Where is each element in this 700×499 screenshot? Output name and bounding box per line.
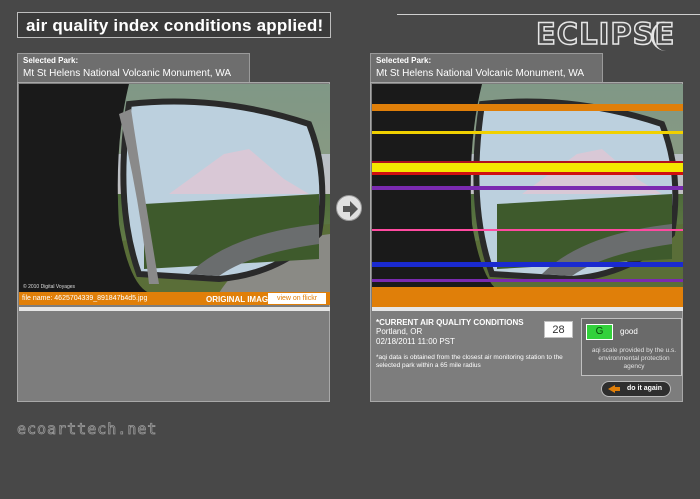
left-park-tab: Selected Park: Mt St Helens National Vol… bbox=[17, 53, 250, 84]
original-image-panel: © 2010 Digital Voyages file name: 462570… bbox=[17, 82, 330, 402]
processed-image-panel: *CURRENT AIR QUALITY CONDITIONS Portland… bbox=[370, 82, 683, 402]
do-it-again-button[interactable]: do it again bbox=[601, 381, 671, 397]
aqi-stripe bbox=[372, 104, 683, 111]
do-it-again-label: do it again bbox=[627, 385, 662, 392]
header-banner: air quality index conditions applied! bbox=[17, 12, 331, 38]
datetime: 02/18/2011 11:00 PST bbox=[376, 337, 455, 346]
park-name: Mt St Helens National Volcanic Monument,… bbox=[23, 68, 232, 79]
aqi-credit: aqi scale provided by the u.s. environme… bbox=[591, 347, 677, 370]
aqi-stripe bbox=[372, 229, 683, 231]
arrow-right-icon bbox=[336, 195, 362, 221]
original-image-label: ORIGINAL IMAGE bbox=[206, 295, 274, 304]
banner-text: air quality index conditions applied! bbox=[26, 16, 324, 35]
aqi-stripe bbox=[372, 131, 683, 134]
park-label: Selected Park: bbox=[23, 56, 79, 65]
park-label: Selected Park: bbox=[376, 56, 432, 65]
site-link[interactable]: ecoarttech.net bbox=[17, 420, 157, 439]
aqi-grade-badge: G bbox=[586, 324, 613, 340]
file-name: file name: 4625704339_891847b4d5.jpg bbox=[22, 295, 148, 302]
panel-divider bbox=[19, 307, 330, 311]
aqi-stripe bbox=[372, 279, 683, 282]
aqi-scale-box: G good aqi scale provided by the u.s. en… bbox=[581, 318, 682, 376]
aqi-stripe bbox=[372, 262, 683, 267]
processed-photo bbox=[372, 84, 683, 293]
aqi-stripe bbox=[372, 172, 683, 175]
aqi-stripe bbox=[372, 186, 683, 190]
crescent-moon-icon bbox=[651, 21, 681, 51]
image-info-bar bbox=[372, 292, 683, 307]
photo-copyright: © 2010 Digital Voyages bbox=[23, 284, 76, 290]
panel-divider bbox=[372, 307, 683, 311]
aqi-note: *aqi data is obtained from the closest a… bbox=[376, 354, 563, 369]
header-divider bbox=[397, 14, 700, 15]
view-on-flickr-button[interactable]: view on flickr bbox=[268, 293, 326, 304]
aqi-description: good bbox=[620, 327, 638, 336]
park-name: Mt St Helens National Volcanic Monument,… bbox=[376, 68, 585, 79]
aqi-value: 28 bbox=[544, 321, 573, 338]
right-park-tab: Selected Park: Mt St Helens National Vol… bbox=[370, 53, 603, 84]
original-photo: © 2010 Digital Voyages bbox=[19, 84, 330, 293]
aqi-stripe bbox=[372, 163, 683, 172]
